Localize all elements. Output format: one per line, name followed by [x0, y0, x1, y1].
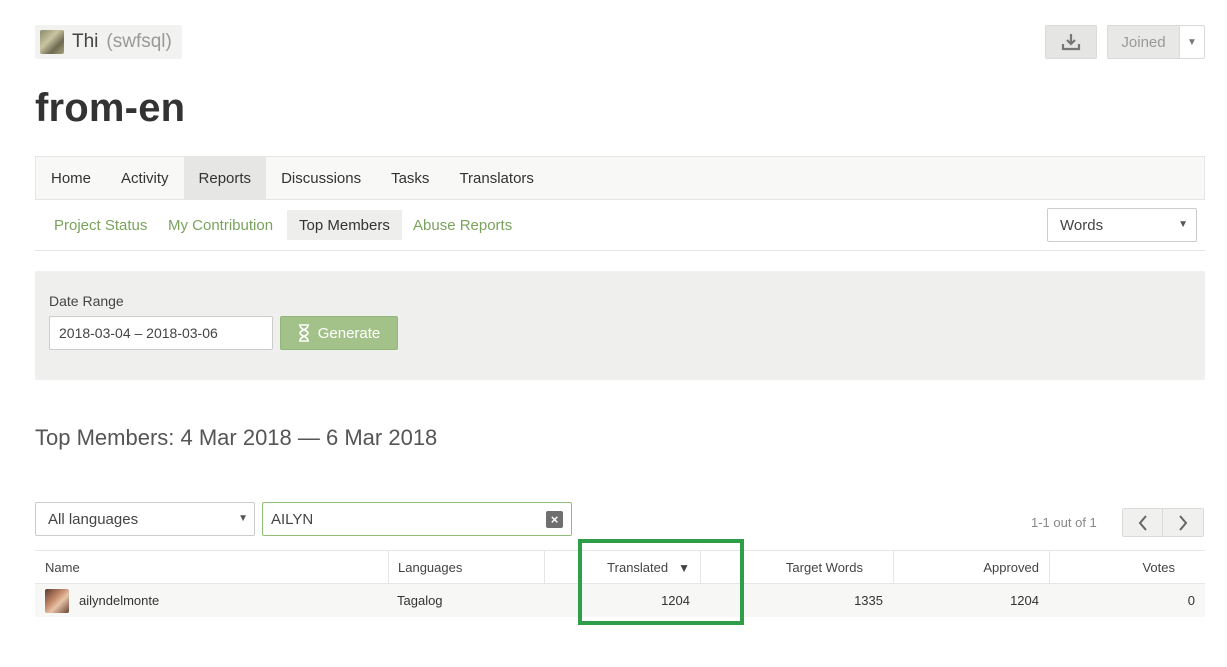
chevron-down-icon: ▼ [238, 513, 248, 524]
member-avatar [45, 588, 69, 613]
owner-handle: (swfsql) [106, 31, 172, 52]
metric-select[interactable]: Words ▼ [1047, 208, 1197, 242]
date-range-label: Date Range [49, 293, 124, 309]
date-range-panel: Date Range 2018-03-04 – 2018-03-06 Gener… [35, 271, 1205, 380]
column-header-languages[interactable]: Languages [388, 551, 544, 584]
generate-button[interactable]: Generate [280, 316, 398, 350]
download-button[interactable] [1045, 25, 1097, 59]
tab-tasks[interactable]: Tasks [376, 157, 444, 199]
language-filter-value: All languages [48, 510, 139, 528]
languages-cell: Tagalog [397, 593, 443, 608]
generate-label: Generate [317, 324, 381, 342]
subtab-my-contribution[interactable]: My Contribution [156, 210, 285, 240]
subtab-abuse-reports[interactable]: Abuse Reports [401, 210, 524, 240]
column-header-name[interactable]: Name [35, 551, 388, 584]
previous-page-button[interactable] [1122, 508, 1163, 537]
tab-home[interactable]: Home [36, 157, 106, 199]
owner-avatar [40, 30, 64, 54]
tab-reports[interactable]: Reports [183, 157, 267, 199]
tab-translators[interactable]: Translators [444, 157, 548, 199]
date-range-input[interactable]: 2018-03-04 – 2018-03-06 [49, 316, 273, 350]
clear-icon[interactable]: × [546, 511, 563, 528]
reports-subnavigation: Project Status My Contribution Top Membe… [35, 200, 1205, 251]
main-navigation: Home Activity Reports Discussions Tasks … [35, 156, 1205, 200]
section-title: Top Members: 4 Mar 2018 — 6 Mar 2018 [35, 425, 438, 450]
project-owner[interactable]: Thi (swfsql) [35, 25, 182, 59]
tab-activity[interactable]: Activity [106, 157, 184, 199]
joined-dropdown-toggle[interactable]: ▼ [1179, 25, 1205, 59]
subtab-project-status[interactable]: Project Status [42, 210, 159, 240]
translated-column-highlight [578, 539, 744, 625]
member-name: ailyndelmonte [79, 593, 160, 608]
language-filter-select[interactable]: All languages ▼ [35, 502, 255, 536]
member-search-input[interactable]: AILYN × [262, 502, 572, 536]
download-icon [1061, 34, 1081, 51]
chevron-right-icon [1179, 514, 1188, 531]
chevron-down-icon: ▼ [1187, 36, 1197, 48]
joined-button[interactable]: Joined [1107, 25, 1179, 59]
column-header-votes[interactable]: Votes [1049, 551, 1205, 584]
member-search-value: AILYN [271, 510, 314, 528]
column-header-approved[interactable]: Approved [893, 551, 1049, 584]
pagination-summary: 1-1 out of 1 [1031, 515, 1097, 530]
tab-discussions[interactable]: Discussions [266, 157, 376, 199]
chevron-left-icon [1138, 514, 1147, 531]
next-page-button[interactable] [1163, 508, 1204, 537]
member-cell[interactable]: ailyndelmonte [45, 584, 385, 617]
chevron-down-icon: ▼ [1178, 219, 1188, 230]
page-title: from-en [35, 86, 186, 130]
votes-cell: 0 [1187, 593, 1195, 608]
subtab-top-members[interactable]: Top Members [287, 210, 402, 240]
hourglass-icon [298, 324, 309, 342]
approved-cell: 1204 [1010, 593, 1039, 608]
metric-select-value: Words [1060, 216, 1104, 234]
owner-name: Thi [72, 31, 99, 52]
